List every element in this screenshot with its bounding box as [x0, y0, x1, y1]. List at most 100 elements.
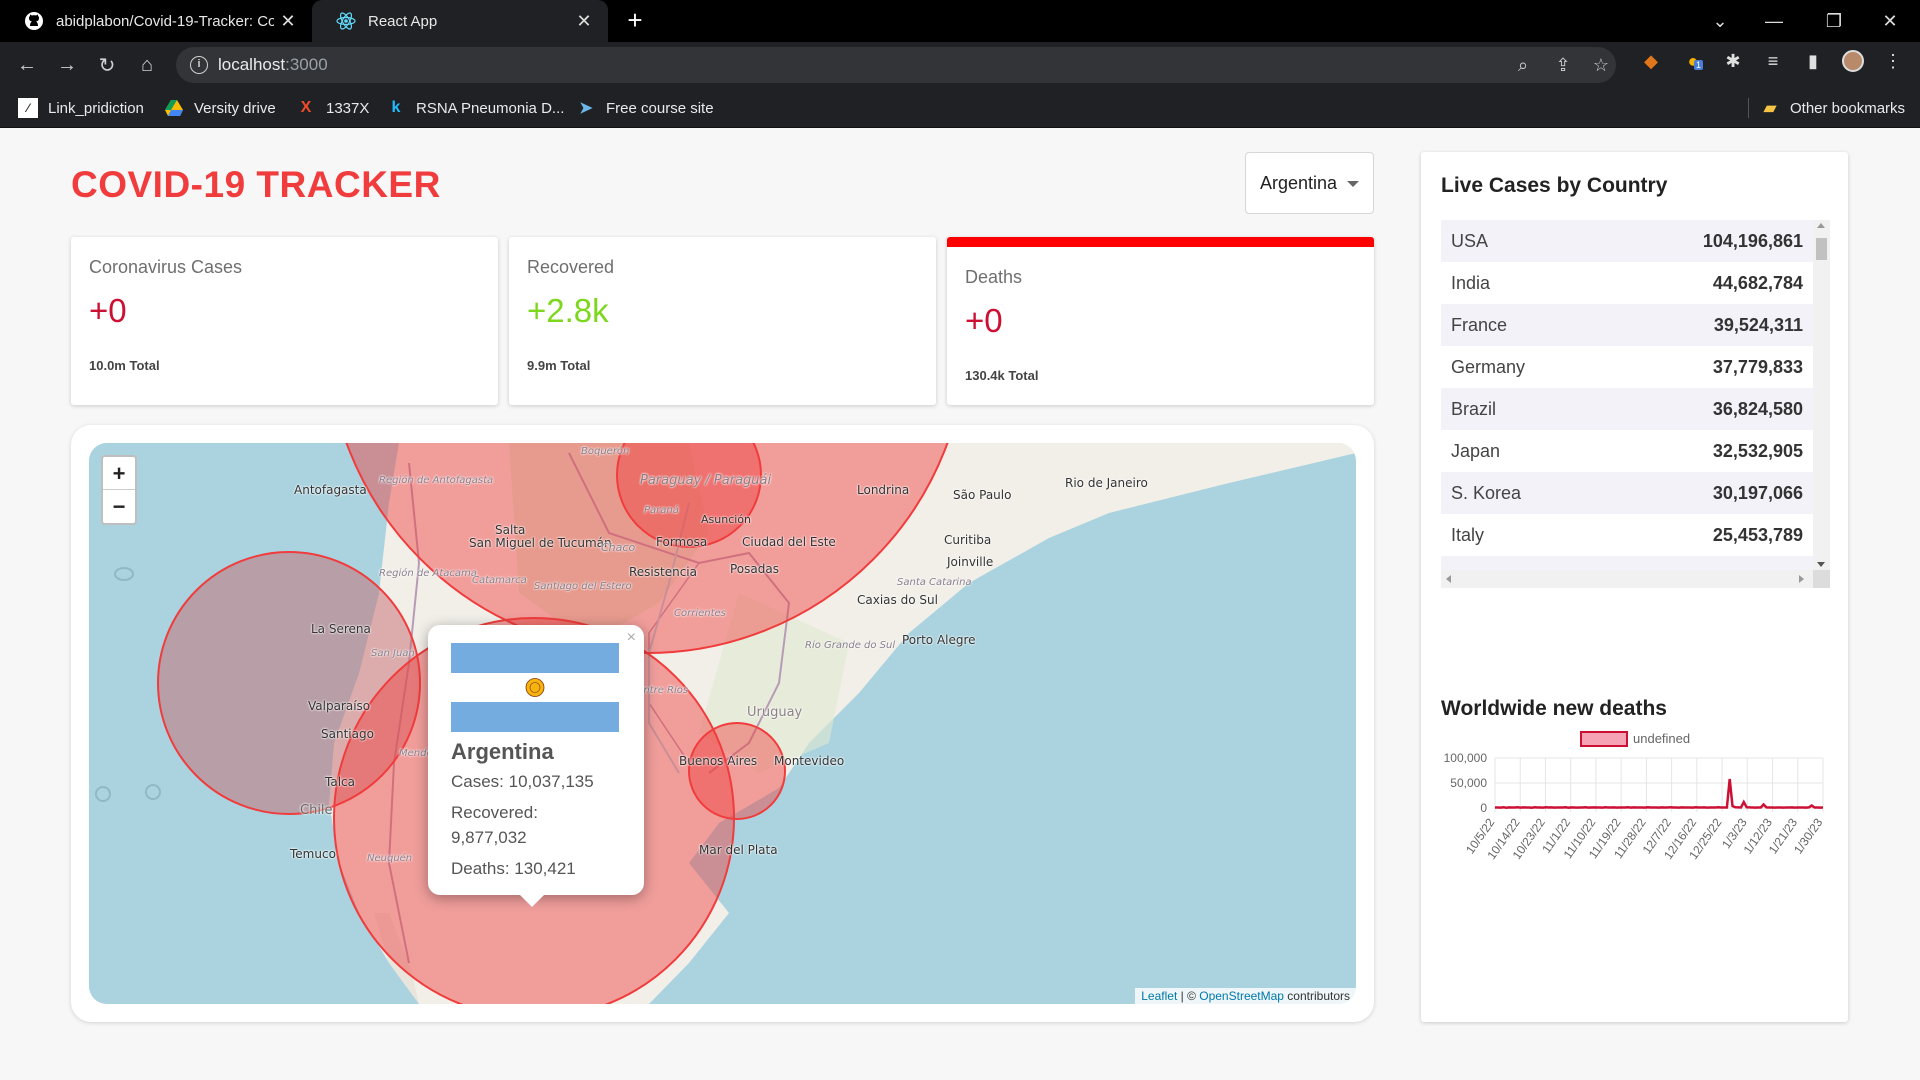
bookmark-item[interactable]: k RSNA Pneumonia D... — [386, 88, 565, 128]
github-icon — [24, 11, 44, 31]
reload-icon[interactable]: ↻ — [92, 50, 122, 80]
browser-toolbar: ← → ↻ ⌂ i localhost:3000 ⌕ ⇪ ☆ ◆ ● 1 ✱ ≡ … — [0, 42, 1920, 88]
map-label: Boquerón — [581, 446, 630, 457]
caret-down-icon — [1347, 181, 1359, 187]
zoom-out-button[interactable]: − — [103, 490, 135, 523]
close-tab-icon[interactable]: ✕ — [278, 11, 298, 31]
metamask-icon[interactable]: ◆ — [1640, 50, 1662, 72]
vertical-scrollbar[interactable] — [1813, 220, 1830, 570]
country-cases: 30,197,066 — [1712, 482, 1803, 503]
table-row: USA 104,196,861 — [1441, 220, 1813, 262]
stat-total: 9.9m Total — [527, 358, 591, 373]
restore-button[interactable]: ❐ — [1808, 0, 1860, 42]
osm-link[interactable]: OpenStreetMap — [1199, 989, 1284, 1003]
bookmark-item[interactable]: ➤ Free course site — [576, 88, 713, 128]
side-panel-icon[interactable]: ▮ — [1802, 50, 1824, 72]
extensions-puzzle-icon[interactable]: ✱ — [1722, 50, 1744, 72]
live-cases-panel: Live Cases by Country USA 104,196,861 Indi… — [1421, 152, 1848, 1022]
popup-close-button[interactable]: × — [627, 629, 636, 647]
country-popup: × Argentina Cases: 10,037,135 Recovered:… — [428, 625, 644, 895]
minimize-button[interactable]: — — [1748, 0, 1800, 42]
map-label: Talca — [325, 775, 355, 789]
home-icon[interactable]: ⌂ — [132, 50, 162, 80]
table-row: Brazil 36,824,580 — [1441, 388, 1813, 430]
scroll-right-icon[interactable] — [1799, 575, 1804, 583]
horizontal-scrollbar[interactable] — [1441, 570, 1830, 588]
map[interactable]: Antofagasta Región de Antofagasta Salta San… — [89, 443, 1356, 1004]
address-bar[interactable]: i localhost:3000 ⌕ ⇪ ☆ — [176, 47, 1616, 83]
tab-react-app[interactable]: React App ✕ — [312, 0, 608, 42]
map-label: Temuco — [290, 847, 336, 861]
site-info-icon[interactable]: i — [190, 56, 208, 74]
map-label: Rio Grande do Sul — [805, 640, 896, 651]
map-label: Paraná — [644, 505, 679, 516]
bird-icon: ➤ — [579, 100, 593, 117]
bookmark-item[interactable]: ⁄ Link_pridiction — [18, 88, 144, 128]
new-tab-button[interactable]: + — [622, 7, 648, 34]
bookmark-separator — [1748, 98, 1749, 118]
map-label: Entre Ríos — [637, 685, 689, 696]
x-icon: X — [300, 99, 312, 116]
country-name: India — [1451, 272, 1491, 293]
map-label: Santiago del Estero — [534, 581, 632, 592]
map-label: Valparaíso — [308, 699, 371, 713]
stat-title: Coronavirus Cases — [89, 257, 243, 277]
scroll-up-icon[interactable] — [1817, 223, 1825, 228]
country-name: Brazil — [1451, 398, 1497, 419]
reading-list-icon[interactable]: ≡ — [1762, 50, 1784, 72]
map-label: La Serena — [311, 622, 371, 636]
stat-title: Recovered — [527, 257, 615, 277]
bookmark-item[interactable]: X 1337X — [296, 88, 370, 128]
country-cases: 25,453,789 — [1712, 524, 1803, 545]
back-icon[interactable]: ← — [12, 50, 42, 80]
stat-card-cases[interactable]: Coronavirus Cases +0 10.0m Total — [71, 237, 498, 405]
country-name: France — [1451, 314, 1508, 335]
country-cases: 39,524,311 — [1713, 314, 1803, 335]
stat-card-deaths[interactable]: Deaths +0 130.4k Total — [947, 237, 1374, 405]
share-icon[interactable]: ⇪ — [1552, 54, 1574, 76]
country-name: Germany — [1451, 356, 1526, 377]
extension-badge-icon[interactable]: ● 1 — [1682, 50, 1704, 72]
close-window-button[interactable]: ✕ — [1864, 0, 1916, 42]
tab-search-chevron-icon[interactable]: ⌄ — [1694, 0, 1746, 42]
country-table[interactable]: USA 104,196,861 India 44,682,784 France 39,52… — [1441, 220, 1830, 588]
bookmark-item[interactable]: Versity drive — [164, 88, 276, 128]
map-label: Santiago — [321, 727, 374, 741]
bookmark-star-icon[interactable]: ☆ — [1590, 54, 1612, 76]
map-label: Uruguay — [747, 705, 803, 720]
url-text: localhost:3000 — [218, 55, 328, 74]
tab-github[interactable]: abidplabon/Covid-19-Tracker: Co ✕ — [0, 0, 312, 42]
avatar[interactable] — [1842, 50, 1864, 72]
map-label: Catamarca — [472, 575, 527, 586]
map-label: Porto Alegre — [902, 633, 976, 647]
map-label: Chile — [300, 803, 333, 818]
menu-kebab-icon[interactable]: ⋮ — [1882, 50, 1904, 72]
scroll-down-icon[interactable] — [1817, 562, 1825, 567]
country-dropdown[interactable]: Argentina — [1245, 152, 1374, 214]
forward-icon[interactable]: → — [52, 50, 82, 80]
country-name: Italy — [1451, 524, 1485, 545]
map-label: Ciudad del Este — [742, 535, 836, 549]
zoom-icon[interactable]: ⌕ — [1512, 54, 1534, 76]
other-bookmarks[interactable]: ▰ Other bookmarks — [1760, 88, 1905, 128]
stat-card-recovered[interactable]: Recovered +2.8k 9.9m Total — [509, 237, 936, 405]
map-label: Chaco — [601, 541, 636, 554]
chart-title: Worldwide new deaths — [1441, 697, 1667, 720]
popup-recovered-value: 9,877,032 — [451, 828, 527, 847]
leaflet-link[interactable]: Leaflet — [1141, 989, 1177, 1003]
app-page: COVID-19 TRACKER Argentina Coronavirus C… — [0, 128, 1920, 1080]
react-icon — [336, 11, 356, 31]
y-tick-label: 100,000 — [1444, 751, 1488, 765]
map-label: Paraguay / Paraguái — [640, 473, 772, 488]
folder-icon: ▰ — [1763, 100, 1777, 117]
scroll-left-icon[interactable] — [1446, 575, 1451, 583]
scrollbar-thumb[interactable] — [1816, 238, 1827, 260]
map-label: Región de Atacama — [379, 568, 477, 579]
zoom-in-button[interactable]: + — [103, 457, 135, 490]
country-dropdown-value: Argentina — [1260, 172, 1338, 193]
map-label: São Paulo — [953, 488, 1012, 502]
live-cases-title: Live Cases by Country — [1441, 174, 1668, 197]
close-tab-icon[interactable]: ✕ — [574, 11, 594, 31]
table-row: Japan 32,532,905 — [1441, 430, 1813, 472]
map-label: Corrientes — [674, 608, 726, 619]
